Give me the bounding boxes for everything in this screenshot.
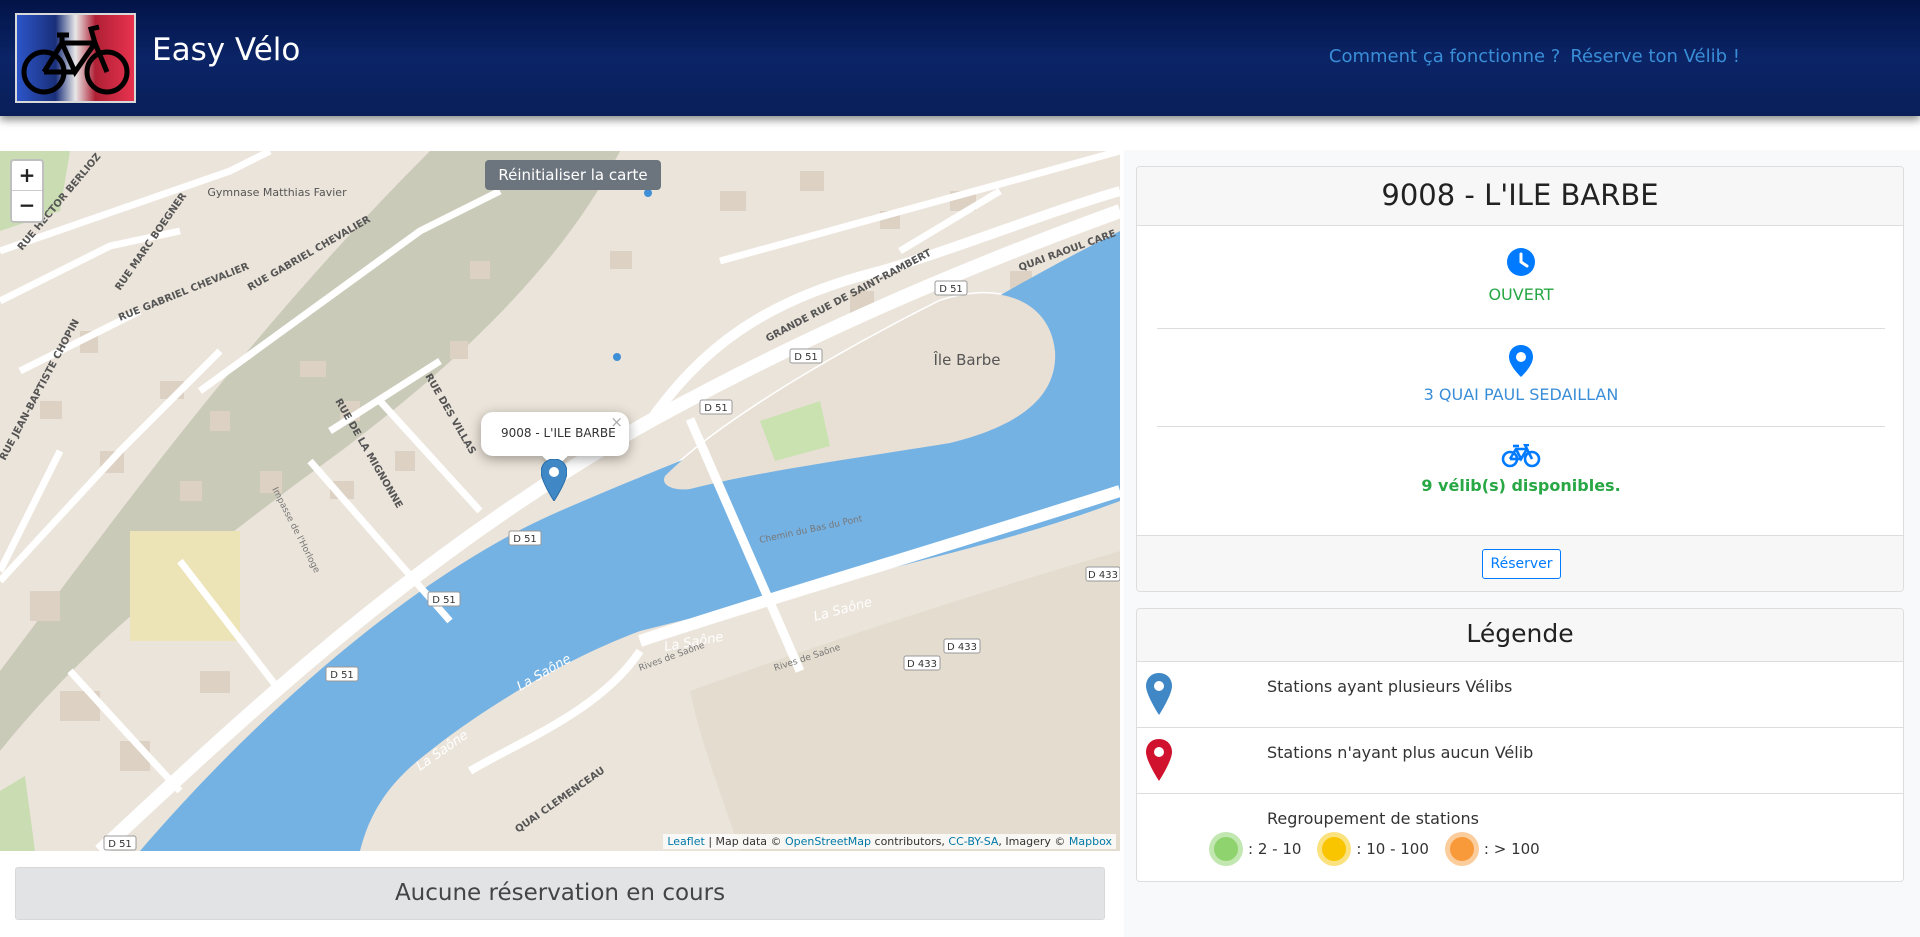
cluster-small-icon [1209, 832, 1243, 866]
blue-marker-icon [1146, 673, 1172, 715]
route-shield: D 51 [513, 534, 537, 545]
bicycle-icon [1501, 444, 1541, 468]
legend-row: Stations ayant plusieurs Vélibs [1137, 662, 1903, 728]
status-block: OUVERT [1157, 247, 1885, 304]
cluster-medium: : 10 - 100 [1317, 832, 1429, 866]
zoom-in-button[interactable]: + [12, 161, 42, 191]
divider [1157, 426, 1885, 427]
cluster-large: : > 100 [1444, 832, 1540, 866]
legend-label: Stations n'ayant plus aucun Vélib [1267, 743, 1534, 762]
station-marker-icon[interactable] [541, 459, 567, 501]
station-title: 9008 - L'ILE BARBE [1137, 167, 1903, 226]
place-label: Île Barbe [933, 350, 1001, 369]
bicycle-icon [17, 15, 134, 101]
cluster-medium-icon [1317, 832, 1352, 866]
bikes-available: 9 vélib(s) disponibles. [1421, 476, 1621, 495]
legend-title: Légende [1137, 609, 1903, 662]
station-popup: 9008 - L'ILE BARBE × [481, 412, 629, 469]
location-pin-icon [1509, 345, 1533, 377]
place-label: Gymnase Matthias Favier [207, 186, 347, 199]
osm-link[interactable]: OpenStreetMap [785, 835, 871, 848]
legend-row: Regroupement de stations : 2 - 10 : 10 -… [1137, 794, 1903, 881]
route-shield: D 51 [108, 839, 132, 850]
station-details-card: 9008 - L'ILE BARBE OUVERT 3 QUAI PAUL SE… [1136, 166, 1904, 592]
brand-title[interactable]: Easy Vélo [152, 32, 300, 68]
legend-row: Stations n'ayant plus aucun Vélib [1137, 728, 1903, 794]
attribution-text: , Imagery © [998, 835, 1066, 848]
route-shield: D 51 [330, 670, 354, 681]
route-shield: D 433 [907, 659, 937, 670]
attribution-text: contributors, [874, 835, 945, 848]
popup-close-button[interactable]: × [610, 413, 623, 431]
cluster-small: : 2 - 10 [1209, 832, 1301, 866]
attribution-text: | Map data © [708, 835, 782, 848]
map-tiles: La Saône La Saône La Saône La Saône RUE … [0, 151, 1120, 851]
reservation-status: Aucune réservation en cours [15, 867, 1105, 920]
bikes-block: 9 vélib(s) disponibles. [1157, 444, 1885, 495]
cluster-label: : > 100 [1483, 840, 1540, 858]
top-navbar: Easy Vélo Comment ça fonctionne ? Réserv… [0, 0, 1920, 116]
map-attribution: Leaflet | Map data © OpenStreetMap contr… [663, 834, 1116, 849]
route-shield: D 433 [947, 642, 977, 653]
divider [1157, 328, 1885, 329]
brand-logo[interactable] [15, 13, 136, 103]
leaflet-link[interactable]: Leaflet [667, 835, 704, 848]
popup-label: 9008 - L'ILE BARBE [501, 426, 616, 440]
station-status: OUVERT [1488, 285, 1554, 304]
address-block: 3 QUAI PAUL SEDAILLAN [1157, 345, 1885, 404]
red-marker-icon [1146, 739, 1172, 781]
zoom-control: + − [10, 159, 44, 223]
station-address: 3 QUAI PAUL SEDAILLAN [1423, 385, 1619, 404]
route-shield: D 51 [794, 352, 818, 363]
card-footer: Réserver [1137, 535, 1903, 591]
clock-icon [1507, 248, 1535, 276]
cluster-legend: : 2 - 10 : 10 - 100 : > 100 [1209, 832, 1556, 866]
legend-card: Légende Stations ayant plusieurs Vélibs … [1136, 608, 1904, 882]
cluster-large-icon [1444, 832, 1479, 866]
legend-label: Stations ayant plusieurs Vélibs [1267, 677, 1513, 696]
mapbox-link[interactable]: Mapbox [1069, 835, 1112, 848]
nav-links: Comment ça fonctionne ? Réserve ton Véli… [1329, 46, 1740, 67]
route-shield: D 51 [939, 284, 963, 295]
zoom-out-button[interactable]: − [12, 191, 42, 221]
route-shield: D 433 [1088, 570, 1118, 581]
reset-map-button[interactable]: Réinitialiser la carte [485, 160, 661, 190]
cluster-label: : 10 - 100 [1356, 840, 1429, 858]
route-shield: D 51 [704, 403, 728, 414]
legend-label: Regroupement de stations [1267, 809, 1479, 828]
nav-reserve[interactable]: Réserve ton Vélib ! [1570, 46, 1740, 67]
reserve-button[interactable]: Réserver [1482, 549, 1561, 579]
route-shield: D 51 [432, 595, 456, 606]
cluster-label: : 2 - 10 [1248, 840, 1302, 858]
map-view[interactable]: La Saône La Saône La Saône La Saône RUE … [0, 151, 1120, 851]
nav-how-it-works[interactable]: Comment ça fonctionne ? [1329, 46, 1560, 67]
license-link[interactable]: CC-BY-SA [948, 835, 998, 848]
